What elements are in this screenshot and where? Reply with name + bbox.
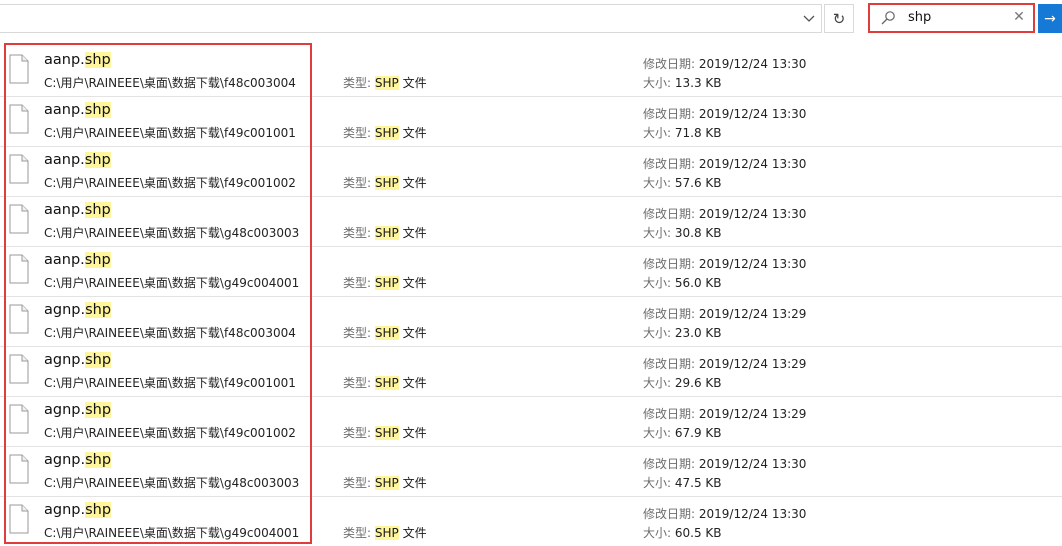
file-size: 大小: 30.8 KB [643, 226, 722, 240]
list-item[interactable]: aanp.shp C:\用户\RAINEEE\桌面\数据下载\f48c00300… [0, 47, 1062, 97]
refresh-icon: ↻ [832, 9, 846, 28]
file-type: 类型: SHP 文件 [343, 76, 427, 90]
file-size: 大小: 67.9 KB [643, 426, 722, 440]
match-highlight: shp [84, 52, 111, 68]
list-item[interactable]: agnp.shp C:\用户\RAINEEE\桌面\数据下载\g48c00300… [0, 447, 1062, 497]
file-type: 类型: SHP 文件 [343, 426, 427, 440]
file-type: 类型: SHP 文件 [343, 326, 427, 340]
match-highlight: shp [84, 102, 111, 118]
file-modified-date: 修改日期: 2019/12/24 13:30 [643, 257, 807, 271]
list-item[interactable]: aanp.shp C:\用户\RAINEEE\桌面\数据下载\f49c00100… [0, 147, 1062, 197]
file-size: 大小: 71.8 KB [643, 126, 722, 140]
file-size: 大小: 57.6 KB [643, 176, 722, 190]
list-item[interactable]: agnp.shp C:\用户\RAINEEE\桌面\数据下载\f49c00100… [0, 397, 1062, 447]
file-path: C:\用户\RAINEEE\桌面\数据下载\f49c001002 [44, 176, 296, 190]
file-modified-date: 修改日期: 2019/12/24 13:29 [643, 357, 807, 371]
file-type: 类型: SHP 文件 [343, 476, 427, 490]
file-type: 类型: SHP 文件 [343, 126, 427, 140]
file-icon [9, 504, 29, 534]
search-box[interactable]: shp ✕ [868, 3, 1035, 33]
address-bar[interactable] [0, 4, 822, 33]
arrow-right-icon: → [1044, 10, 1056, 27]
match-highlight: shp [84, 252, 111, 268]
match-highlight: shp [85, 452, 112, 468]
file-size: 大小: 47.5 KB [643, 476, 722, 490]
file-icon [9, 54, 29, 84]
file-name[interactable]: agnp.shp [44, 352, 112, 368]
file-size: 大小: 13.3 KB [643, 76, 722, 90]
search-input[interactable]: shp [908, 10, 931, 25]
file-icon [9, 254, 29, 284]
file-modified-date: 修改日期: 2019/12/24 13:30 [643, 507, 807, 521]
file-path: C:\用户\RAINEEE\桌面\数据下载\g48c003003 [44, 226, 300, 240]
address-dropdown-button[interactable] [796, 4, 822, 33]
file-icon [9, 404, 29, 434]
file-path: C:\用户\RAINEEE\桌面\数据下载\g49c004001 [44, 276, 300, 290]
file-icon [9, 154, 29, 184]
file-path: C:\用户\RAINEEE\桌面\数据下载\f48c003004 [44, 326, 296, 340]
file-path: C:\用户\RAINEEE\桌面\数据下载\g48c003003 [44, 476, 300, 490]
file-modified-date: 修改日期: 2019/12/24 13:30 [643, 157, 807, 171]
match-highlight: shp [85, 502, 112, 518]
close-icon[interactable]: ✕ [1011, 9, 1027, 25]
file-modified-date: 修改日期: 2019/12/24 13:30 [643, 57, 807, 71]
list-item[interactable]: aanp.shp C:\用户\RAINEEE\桌面\数据下载\g49c00400… [0, 247, 1062, 297]
file-name[interactable]: aanp.shp [44, 52, 111, 68]
file-name[interactable]: aanp.shp [44, 152, 111, 168]
list-item[interactable]: aanp.shp C:\用户\RAINEEE\桌面\数据下载\g48c00300… [0, 197, 1062, 247]
file-name[interactable]: agnp.shp [44, 502, 112, 518]
file-modified-date: 修改日期: 2019/12/24 13:29 [643, 407, 807, 421]
match-highlight: shp [85, 402, 112, 418]
file-name[interactable]: agnp.shp [44, 402, 112, 418]
file-path: C:\用户\RAINEEE\桌面\数据下载\g49c004001 [44, 526, 300, 540]
file-type: 类型: SHP 文件 [343, 226, 427, 240]
list-item[interactable]: agnp.shp C:\用户\RAINEEE\桌面\数据下载\f48c00300… [0, 297, 1062, 347]
match-highlight: shp [84, 202, 111, 218]
explorer-toolbar: ↻ shp ✕ → [0, 0, 1062, 38]
list-item[interactable]: aanp.shp C:\用户\RAINEEE\桌面\数据下载\f49c00100… [0, 97, 1062, 147]
match-highlight: shp [84, 152, 111, 168]
file-name[interactable]: aanp.shp [44, 102, 111, 118]
file-size: 大小: 60.5 KB [643, 526, 722, 540]
file-type: 类型: SHP 文件 [343, 376, 427, 390]
file-type: 类型: SHP 文件 [343, 526, 427, 540]
file-modified-date: 修改日期: 2019/12/24 13:30 [643, 107, 807, 121]
file-type: 类型: SHP 文件 [343, 176, 427, 190]
file-modified-date: 修改日期: 2019/12/24 13:30 [643, 457, 807, 471]
search-results-list: aanp.shp C:\用户\RAINEEE\桌面\数据下载\f48c00300… [0, 47, 1062, 546]
file-name[interactable]: aanp.shp [44, 202, 111, 218]
file-size: 大小: 56.0 KB [643, 276, 722, 290]
file-icon [9, 104, 29, 134]
file-icon [9, 304, 29, 334]
list-item[interactable]: agnp.shp C:\用户\RAINEEE\桌面\数据下载\g49c00400… [0, 497, 1062, 546]
file-size: 大小: 23.0 KB [643, 326, 722, 340]
file-path: C:\用户\RAINEEE\桌面\数据下载\f49c001001 [44, 376, 296, 390]
file-icon [9, 204, 29, 234]
file-name[interactable]: aanp.shp [44, 252, 111, 268]
match-highlight: shp [85, 302, 112, 318]
file-path: C:\用户\RAINEEE\桌面\数据下载\f49c001002 [44, 426, 296, 440]
refresh-button[interactable]: ↻ [824, 4, 854, 33]
match-highlight: shp [85, 352, 112, 368]
search-go-button[interactable]: → [1038, 4, 1062, 33]
file-path: C:\用户\RAINEEE\桌面\数据下载\f49c001001 [44, 126, 296, 140]
file-modified-date: 修改日期: 2019/12/24 13:29 [643, 307, 807, 321]
list-item[interactable]: agnp.shp C:\用户\RAINEEE\桌面\数据下载\f49c00100… [0, 347, 1062, 397]
file-size: 大小: 29.6 KB [643, 376, 722, 390]
file-icon [9, 354, 29, 384]
chevron-down-icon [803, 15, 815, 22]
file-name[interactable]: agnp.shp [44, 302, 112, 318]
file-icon [9, 454, 29, 484]
file-name[interactable]: agnp.shp [44, 452, 112, 468]
search-icon [881, 11, 895, 25]
file-type: 类型: SHP 文件 [343, 276, 427, 290]
file-path: C:\用户\RAINEEE\桌面\数据下载\f48c003004 [44, 76, 296, 90]
file-modified-date: 修改日期: 2019/12/24 13:30 [643, 207, 807, 221]
